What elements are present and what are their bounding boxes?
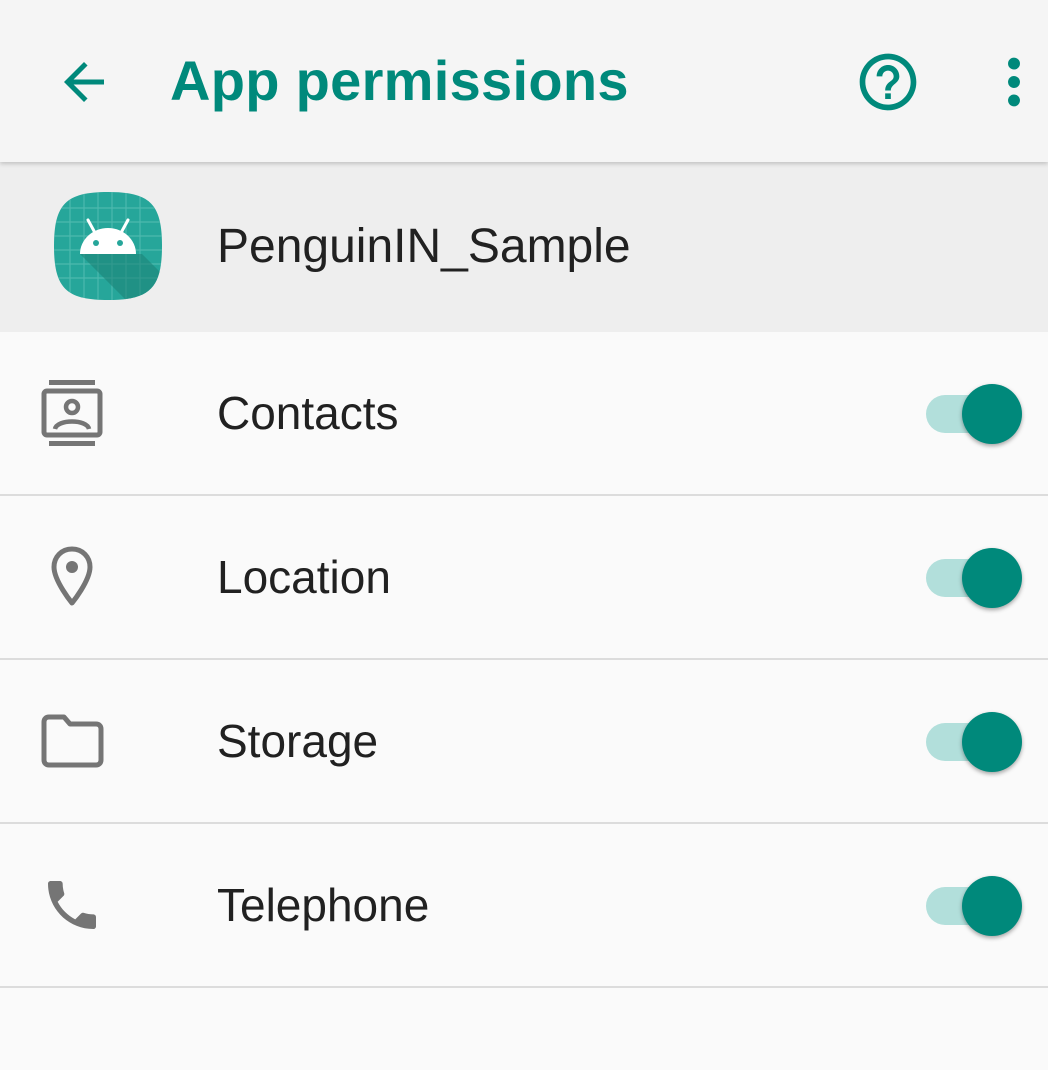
- permission-row-storage[interactable]: Storage: [0, 660, 1048, 824]
- permission-label: Location: [217, 551, 391, 603]
- android-app-icon: [50, 188, 166, 304]
- permission-row-location[interactable]: Location: [0, 496, 1048, 660]
- help-circle-icon: [859, 53, 917, 111]
- help-button[interactable]: [854, 48, 922, 116]
- switch-thumb: [962, 876, 1022, 936]
- switch-thumb: [962, 384, 1022, 444]
- page-title: App permissions: [170, 49, 629, 112]
- app-name: PenguinIN_Sample: [217, 220, 631, 273]
- permission-row-contacts[interactable]: Contacts: [0, 332, 1048, 496]
- phone-icon: [36, 869, 108, 941]
- contacts-toggle[interactable]: [922, 378, 1026, 448]
- permission-list: Contacts Location Storage Telephone: [0, 332, 1048, 988]
- location-pin-icon: [36, 541, 108, 613]
- permission-row-telephone[interactable]: Telephone: [0, 824, 1048, 988]
- arrow-back-icon: [64, 62, 104, 102]
- switch-thumb: [962, 712, 1022, 772]
- permission-label: Telephone: [217, 879, 430, 931]
- app-bar: App permissions: [0, 0, 1048, 162]
- switch-thumb: [962, 548, 1022, 608]
- app-header: PenguinIN_Sample: [0, 162, 1048, 332]
- more-options-button[interactable]: [990, 48, 1038, 116]
- location-toggle[interactable]: [922, 542, 1026, 612]
- permission-label: Contacts: [217, 387, 399, 439]
- folder-icon: [36, 705, 108, 777]
- back-button[interactable]: [52, 50, 116, 114]
- contacts-icon: [36, 377, 108, 449]
- telephone-toggle[interactable]: [922, 870, 1026, 940]
- storage-toggle[interactable]: [922, 706, 1026, 776]
- more-vert-icon: [1008, 57, 1020, 107]
- permission-label: Storage: [217, 715, 379, 767]
